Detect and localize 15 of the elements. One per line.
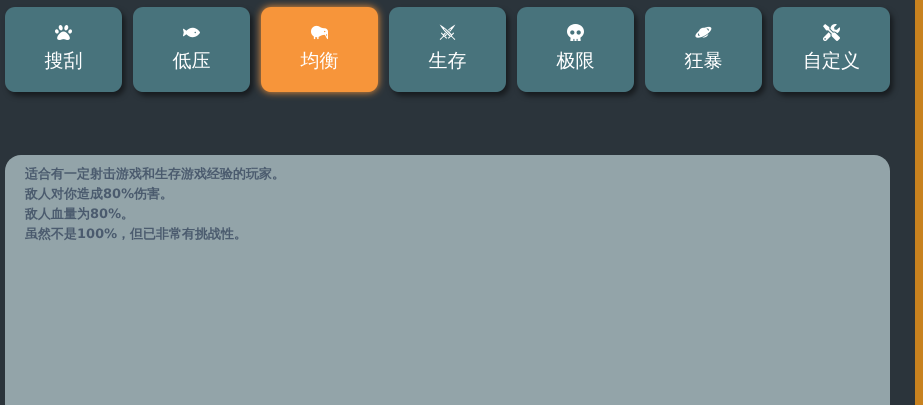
mode-tab[interactable]: 生存 xyxy=(389,7,506,92)
bird-icon xyxy=(311,24,328,41)
tools-icon xyxy=(823,24,840,41)
paw-icon xyxy=(55,24,72,41)
mode-tab[interactable]: 极限 xyxy=(517,7,634,92)
description-text: 敌人对你造成80%伤害。 xyxy=(25,186,174,204)
mode-tab[interactable]: 狂暴 xyxy=(645,7,762,92)
mode-tab[interactable]: 搜刮 xyxy=(5,7,122,92)
mode-tab[interactable]: 自定义 xyxy=(773,7,890,92)
description-text: 虽然不是100%，但已非常有挑战性。 xyxy=(25,226,248,244)
skull-icon xyxy=(567,24,584,41)
crossed-swords-icon xyxy=(439,24,456,41)
mode-tab[interactable]: 低压 xyxy=(133,7,250,92)
description-text: 敌人血量为80%。 xyxy=(25,206,136,224)
description-text: 适合有一定射击游戏和生存游戏经验的玩家。 xyxy=(25,166,286,184)
